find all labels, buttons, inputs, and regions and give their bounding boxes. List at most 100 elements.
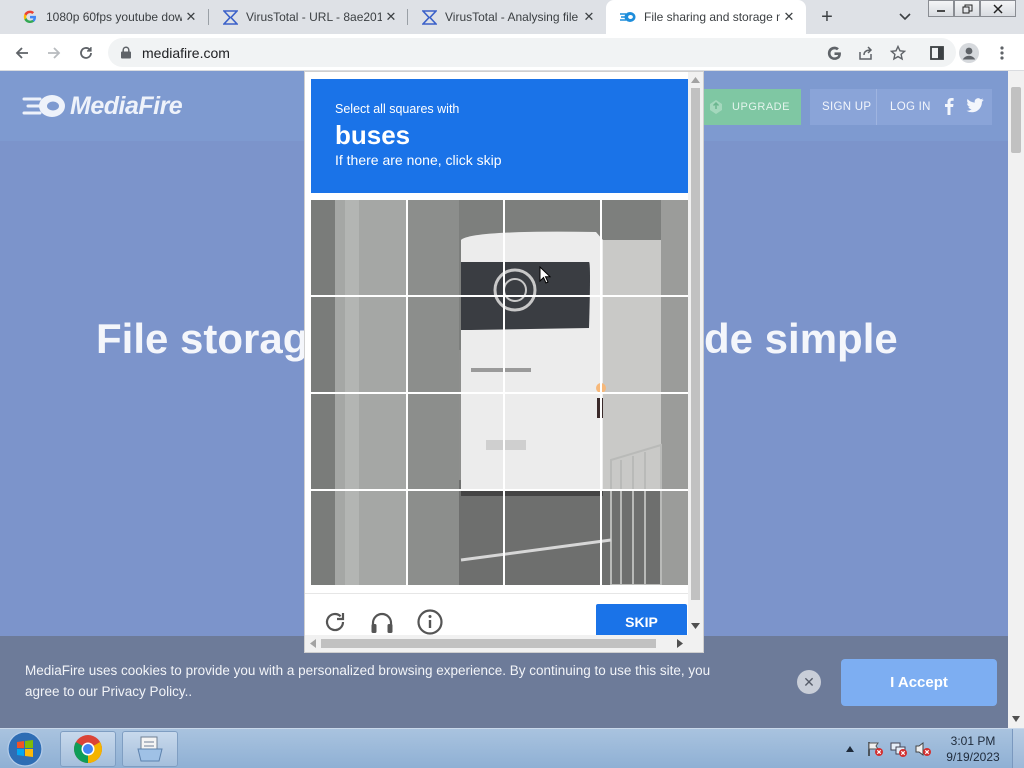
close-tab-icon[interactable]: ✕ — [580, 8, 598, 26]
upgrade-icon — [710, 100, 723, 114]
reload-challenge-icon[interactable] — [321, 608, 349, 636]
clock-time: 3:01 PM — [950, 734, 996, 748]
cookie-close-button[interactable]: ✕ — [797, 670, 821, 694]
grid-tile-3[interactable] — [505, 200, 602, 297]
network-icon[interactable] — [890, 741, 908, 757]
captcha-vertical-scrollbar[interactable] — [688, 72, 703, 635]
upgrade-button[interactable]: UPGRADE — [697, 89, 801, 125]
browser-toolbar: mediafire.com — [0, 34, 1024, 71]
scroll-right-arrow-icon[interactable] — [677, 639, 683, 648]
show-hidden-icons-icon[interactable] — [846, 746, 854, 752]
instruction-line: Select all squares with — [335, 102, 460, 116]
grid-tile-10[interactable] — [408, 394, 505, 491]
twitter-icon[interactable] — [966, 98, 984, 116]
target-object: buses — [335, 120, 411, 150]
grid-tile-11[interactable] — [505, 394, 602, 491]
grid-tile-5[interactable] — [311, 297, 408, 394]
windows-logo-icon — [7, 731, 43, 767]
back-button[interactable] — [11, 42, 33, 64]
tab-title: VirusTotal - URL - 8ae201 — [246, 10, 382, 24]
new-tab-button[interactable]: + — [816, 6, 838, 28]
grid-tile-14[interactable] — [408, 491, 505, 585]
tab-title: File sharing and storage m — [644, 10, 780, 24]
minimize-button[interactable] — [928, 0, 954, 17]
tab-strip: 1080p 60fps youtube dow ✕ VirusTotal - U… — [0, 0, 1024, 34]
grid-tile-15[interactable] — [505, 491, 602, 585]
captcha-horizontal-scrollbar[interactable] — [305, 635, 703, 652]
google-lens-icon[interactable] — [823, 42, 845, 64]
captcha-hscrollbar-thumb[interactable] — [321, 639, 656, 648]
grid-tile-1[interactable] — [311, 200, 408, 297]
reload-button[interactable] — [75, 42, 97, 64]
tab-mediafire[interactable]: File sharing and storage m ✕ — [606, 0, 806, 34]
show-desktop-button[interactable] — [1012, 729, 1024, 768]
cookie-message: MediaFire uses cookies to provide you wi… — [25, 663, 711, 699]
nav-divider — [876, 89, 877, 125]
side-panel-icon[interactable] — [926, 42, 948, 64]
captcha-scrollbar-thumb[interactable] — [691, 88, 700, 600]
tab-youtube-search[interactable]: 1080p 60fps youtube dow ✕ — [8, 0, 208, 34]
log-in-link[interactable]: LOG IN — [890, 101, 931, 113]
forward-button[interactable] — [43, 42, 65, 64]
sign-up-link[interactable]: SIGN UP — [822, 101, 871, 113]
taskbar-file-explorer[interactable] — [122, 731, 178, 767]
scroll-up-arrow-icon[interactable] — [691, 77, 700, 83]
audio-challenge-icon[interactable] — [368, 608, 396, 636]
grid-tile-16[interactable] — [602, 491, 688, 585]
grid-tile-13[interactable] — [311, 491, 408, 585]
captcha-image-grid — [311, 200, 688, 585]
tab-title: 1080p 60fps youtube dow — [46, 10, 182, 24]
tab-virustotal-url[interactable]: VirusTotal - URL - 8ae201 ✕ — [208, 0, 408, 34]
grid-tile-6[interactable] — [408, 297, 505, 394]
google-icon — [22, 9, 38, 25]
mouse-cursor-icon — [539, 266, 551, 284]
tab-virustotal-file[interactable]: VirusTotal - Analysing file ✕ — [407, 0, 606, 34]
close-tab-icon[interactable]: ✕ — [182, 8, 200, 26]
chrome-menu-icon[interactable] — [991, 42, 1013, 64]
bookmark-star-icon[interactable] — [887, 42, 909, 64]
info-icon[interactable] — [416, 608, 444, 636]
scroll-down-arrow-icon[interactable] — [691, 623, 700, 629]
account-nav: SIGN UP LOG IN — [810, 89, 992, 125]
mediafire-logo[interactable]: MediaFire — [22, 89, 183, 123]
accept-cookies-button[interactable]: I Accept — [841, 659, 997, 706]
facebook-icon[interactable] — [944, 97, 954, 118]
virustotal-icon — [222, 9, 238, 25]
file-explorer-icon — [137, 736, 163, 762]
tab-search-chevron-icon[interactable] — [896, 8, 914, 26]
grid-tile-9[interactable] — [311, 394, 408, 491]
mediafire-icon — [620, 9, 636, 25]
url-text: mediafire.com — [142, 45, 230, 61]
close-window-button[interactable] — [980, 0, 1016, 17]
hero-heading-right: de simple — [704, 315, 898, 362]
captcha-instructions: Select all squares with buses If there a… — [311, 79, 688, 193]
instruction-skip-hint: If there are none, click skip — [335, 152, 502, 168]
scrollbar-thumb[interactable] — [1011, 87, 1021, 153]
captcha-footer: SKIP — [305, 593, 697, 640]
lock-icon[interactable] — [120, 46, 132, 59]
close-tab-icon[interactable]: ✕ — [780, 8, 798, 26]
scroll-down-arrow-icon[interactable] — [1012, 716, 1020, 722]
share-icon[interactable] — [855, 42, 877, 64]
tab-title: VirusTotal - Analysing file — [445, 10, 579, 24]
grid-tile-7[interactable] — [505, 297, 602, 394]
start-button[interactable] — [4, 731, 46, 767]
mediafire-flame-icon — [22, 95, 65, 117]
chrome-icon — [74, 735, 102, 763]
grid-tile-4[interactable] — [602, 200, 688, 297]
hero-heading-left: File storag — [96, 315, 309, 362]
scroll-left-arrow-icon[interactable] — [310, 639, 316, 648]
taskbar-chrome[interactable] — [60, 731, 116, 767]
screen: 1080p 60fps youtube dow ✕ VirusTotal - U… — [0, 0, 1024, 768]
restore-button[interactable] — [954, 0, 980, 17]
close-tab-icon[interactable]: ✕ — [382, 8, 400, 26]
grid-tile-2[interactable] — [408, 200, 505, 297]
system-clock[interactable]: 3:01 PM 9/19/2023 — [940, 733, 1006, 765]
clock-date: 9/19/2023 — [946, 750, 1000, 764]
action-center-flag-icon[interactable] — [866, 741, 884, 757]
page-scrollbar[interactable] — [1008, 71, 1024, 728]
volume-muted-icon[interactable] — [914, 741, 932, 757]
grid-tile-12[interactable] — [602, 394, 688, 491]
profile-avatar-icon[interactable] — [958, 42, 980, 64]
grid-tile-8[interactable] — [602, 297, 688, 394]
